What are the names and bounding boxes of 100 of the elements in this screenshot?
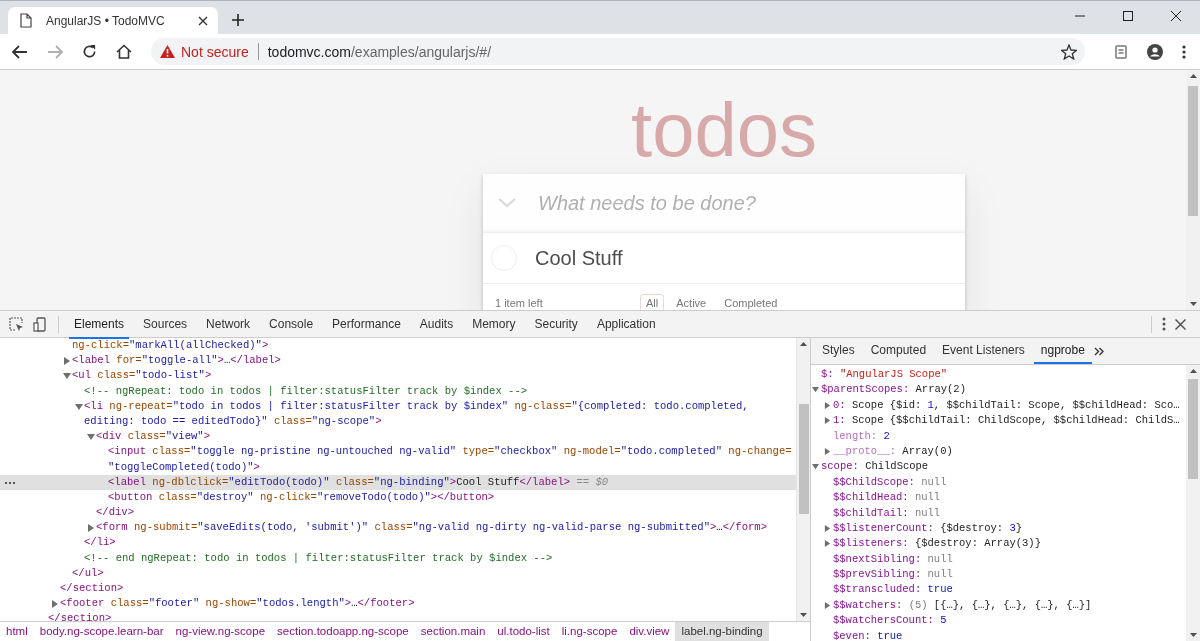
code-text: editing: todo == editedTodo}" class="ng-scope"> [84, 414, 382, 427]
new-tab-icon[interactable] [232, 14, 244, 26]
property-text: $$listenerCount: {$destroy: 3} [833, 521, 1023, 534]
warning-icon [160, 45, 175, 58]
code-text: <div class="view"> [96, 430, 210, 443]
code-text: <label ng-dblclick="editTodo(todo)" class="ng-binding">Cool Stuff</label> == $0 [108, 475, 609, 488]
breadcrumb-item[interactable]: body.ng-scope.learn-bar [33, 622, 170, 641]
scroll-up-icon[interactable] [1189, 74, 1197, 78]
dom-line[interactable]: <button class="destroy" ng-click="removeTodo(todo)"></button> [0, 489, 796, 506]
back-icon[interactable] [12, 44, 28, 59]
scroll-down-icon[interactable] [1189, 633, 1197, 637]
property-text: $$childTail: null [833, 506, 941, 519]
code-text: </li> [84, 536, 116, 549]
code-text: "toggleCompleted(todo)"> [108, 460, 260, 473]
scrollbar[interactable] [1186, 70, 1200, 310]
breadcrumb-item[interactable]: section.main [414, 622, 492, 641]
breadcrumb-item[interactable]: div.view [623, 622, 676, 641]
inspect-icon[interactable] [9, 316, 24, 332]
breadcrumb-item[interactable]: label.ng-binding [675, 622, 769, 641]
devtools-tab[interactable]: Memory [467, 311, 521, 339]
dom-line[interactable]: <!-- end ngRepeat: todo in todos | filter:statusFilter track by $index --> [0, 550, 796, 566]
property-text: $$ChildScope: null [833, 475, 947, 488]
collapsed-arrow-icon[interactable] [51, 600, 59, 609]
close-icon[interactable] [1171, 11, 1181, 21]
expanded-arrow-icon[interactable] [63, 372, 71, 381]
sidebar-tab[interactable]: Computed [863, 338, 934, 364]
dom-line[interactable]: <label for="toggle-all">…</label> [0, 353, 796, 369]
extension-icon[interactable] [1114, 43, 1128, 60]
scroll-up-icon[interactable] [800, 342, 807, 346]
address-field[interactable]: Not secure todomvc.com/examples/angularjs/#/ [151, 38, 1085, 65]
home-icon[interactable] [116, 44, 132, 59]
new-todo-field[interactable]: What needs to be done? [536, 190, 940, 216]
expanded-arrow-icon[interactable] [812, 386, 819, 394]
dom-line[interactable]: <footer class="footer" ng-show="todos.length">…</footer> [0, 596, 796, 612]
dom-line[interactable]: <input class="toggle ng-pristine ng-untouched ng-valid" type="checkbox" ng-model="todo.completed" ng-change= [0, 444, 796, 460]
collapsed-arrow-icon[interactable] [824, 540, 831, 548]
code-text: <li ng-repeat="todo in todos | filter:statusFilter track by $index" ng-class="{completed: todo.completed, [84, 399, 749, 412]
expanded-arrow-icon[interactable] [812, 463, 819, 471]
double-chevron-icon[interactable] [1093, 346, 1104, 356]
scrollbar[interactable] [1186, 365, 1200, 641]
property-text: $$transcluded: true [833, 583, 953, 596]
collapsed-arrow-icon[interactable] [824, 524, 831, 532]
expanded-arrow-icon[interactable] [87, 433, 95, 442]
sidebar-tab[interactable]: Styles [815, 338, 862, 364]
menu-icon[interactable] [1182, 44, 1186, 59]
filter-link[interactable]: Completed [718, 294, 784, 310]
breadcrumb-item[interactable]: section.todoapp.ng-scope [271, 622, 415, 641]
devtools-tab[interactable]: Network [201, 311, 256, 339]
dom-line[interactable]: <ul class="todo-list"> [0, 368, 796, 384]
breadcrumb-item[interactable]: ng-view.ng-scope [169, 622, 272, 641]
maximize-icon[interactable] [1123, 11, 1133, 21]
sidebar-tab[interactable]: ngprobe [1033, 338, 1092, 364]
dom-line[interactable]: <div class="view"> [0, 429, 796, 445]
scroll-down-icon[interactable] [800, 613, 807, 617]
devtools-tab[interactable]: Elements [69, 311, 130, 339]
code-text: <ul class="todo-list"> [72, 369, 212, 382]
sidebar-tab[interactable]: Event Listeners [935, 338, 1032, 364]
collapsed-arrow-icon[interactable] [824, 401, 831, 409]
reload-icon[interactable] [82, 44, 97, 59]
dom-line[interactable]: <form ng-submit="saveEdits(todo, 'submit')" class="ng-valid ng-dirty ng-valid-parse ng-submitted">…</form> [0, 520, 796, 536]
dom-line[interactable]: ng-click="markAll(allChecked)"> [0, 338, 796, 354]
devtools-tab[interactable]: Audits [414, 311, 459, 339]
device-icon[interactable] [33, 316, 48, 332]
expanded-arrow-icon[interactable] [75, 402, 83, 411]
code-text: </section> [60, 582, 124, 594]
breadcrumb-item[interactable]: html [0, 622, 34, 641]
browser-tab[interactable]: AngularJS • TodoMVC [8, 7, 218, 34]
dom-line[interactable]: <!-- ngRepeat: todo in todos | filter:statusFilter track by $index --> [0, 383, 796, 399]
breadcrumb-item[interactable]: li.ng-scope [555, 622, 624, 641]
more-options-icon[interactable] [1162, 317, 1166, 331]
devtools-tab[interactable]: Application [591, 311, 661, 339]
account-icon[interactable] [1147, 43, 1163, 60]
scrollbar[interactable] [796, 338, 810, 621]
close-icon[interactable] [1175, 318, 1186, 330]
collapsed-arrow-icon[interactable] [824, 417, 831, 425]
document-icon [20, 13, 32, 28]
filter-link[interactable]: Active [670, 294, 713, 310]
property-text: $even: true [833, 629, 903, 641]
devtools-tab[interactable]: Sources [138, 311, 193, 339]
dom-line[interactable]: "toggleCompleted(todo)"> [0, 459, 796, 475]
ellipsis-icon[interactable] [5, 481, 15, 484]
collapsed-arrow-icon[interactable] [824, 601, 831, 609]
scroll-up-icon[interactable] [1189, 369, 1197, 373]
collapsed-arrow-icon[interactable] [63, 357, 71, 366]
devtools-tab[interactable]: Console [264, 311, 319, 339]
devtools-tab[interactable]: Security [529, 311, 583, 339]
scroll-down-icon[interactable] [1189, 302, 1197, 306]
property-text: $$prevSibling: null [833, 568, 953, 581]
star-icon[interactable] [1061, 43, 1077, 60]
close-icon[interactable] [198, 15, 208, 26]
devtools-tab[interactable]: Performance [327, 311, 406, 339]
code-text: <button class="destroy" ng-click="removeTodo(todo)"></button> [108, 490, 495, 503]
breadcrumb-item[interactable]: ul.todo-list [491, 622, 556, 641]
code-text: ng-click="markAll(allChecked)"> [72, 339, 269, 351]
dom-line[interactable]: <li ng-repeat="todo in todos | filter:statusFilter track by $index" ng-class="{completed: todo.completed, [0, 398, 796, 414]
dom-line[interactable]: editing: todo == editedTodo}" class="ng-scope"> [0, 413, 796, 430]
collapsed-arrow-icon[interactable] [824, 447, 831, 455]
collapsed-arrow-icon[interactable] [87, 524, 95, 533]
code-text: </section> [48, 612, 112, 621]
todo-label[interactable]: Cool Stuff [535, 246, 623, 270]
